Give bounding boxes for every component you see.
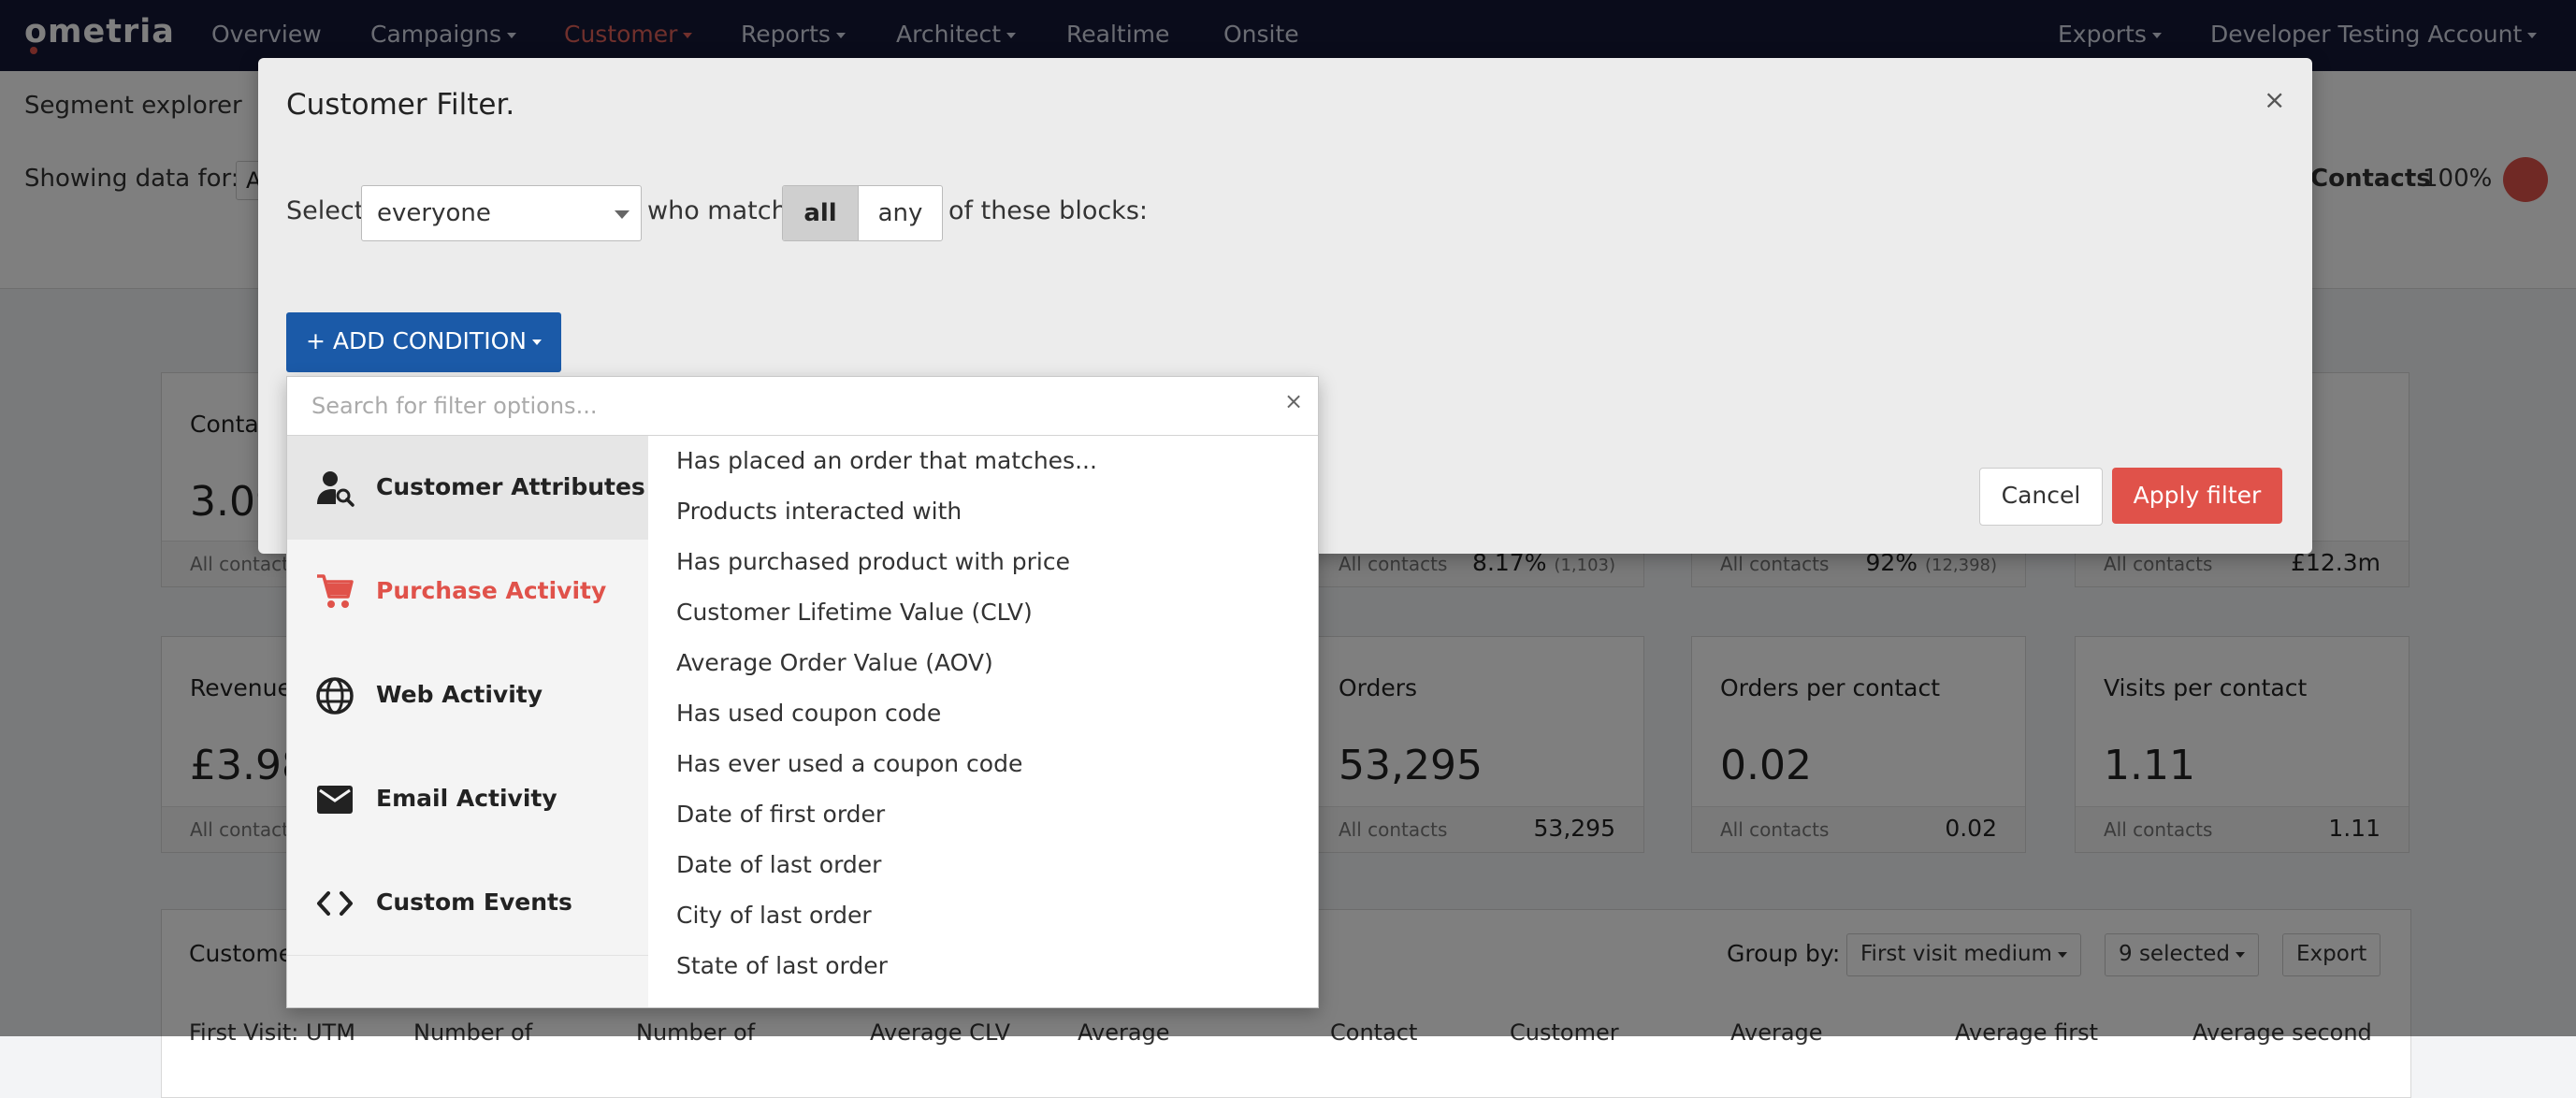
category-custom-events[interactable]: Custom Events — [287, 851, 648, 956]
option-label: State of last order — [676, 952, 888, 979]
clear-search-icon[interactable]: × — [1284, 388, 1303, 414]
option-label: Average Order Value (AOV) — [676, 649, 993, 676]
match-any-button[interactable]: any — [859, 186, 942, 240]
option-item[interactable]: Average Order Value (AOV) — [648, 638, 1318, 688]
option-label: Date of first order — [676, 801, 886, 828]
filter-options-dropdown: × Customer Attributes Purchase Activity — [286, 376, 1319, 1008]
apply-filter-button[interactable]: Apply filter — [2112, 468, 2282, 524]
add-condition-button[interactable]: + ADD CONDITION — [286, 312, 561, 372]
category-list: Customer Attributes Purchase Activity We… — [287, 436, 648, 1007]
category-email-activity[interactable]: Email Activity — [287, 747, 648, 852]
category-label: Web Activity — [376, 681, 543, 708]
select-label: Select — [286, 196, 365, 225]
category-customer-attributes[interactable]: Customer Attributes — [287, 436, 648, 541]
add-condition-label: + ADD CONDITION — [306, 327, 527, 354]
option-label: Date of last order — [676, 851, 882, 878]
caret-down-icon — [531, 340, 542, 345]
filter-search-input[interactable] — [310, 386, 1249, 426]
who-match-label: who match — [647, 196, 788, 225]
category-web-activity[interactable]: Web Activity — [287, 643, 648, 748]
option-item[interactable]: Date of last order — [648, 840, 1318, 890]
cancel-button[interactable]: Cancel — [1979, 468, 2103, 526]
category-purchase-activity[interactable]: Purchase Activity — [287, 540, 648, 644]
code-icon — [317, 891, 353, 916]
audience-select[interactable]: everyone — [361, 185, 642, 241]
category-label: Email Activity — [376, 785, 557, 812]
option-label: Has placed an order that matches... — [676, 447, 1097, 474]
envelope-icon — [317, 786, 353, 814]
option-item[interactable]: Has placed an order that matches... — [648, 436, 1318, 486]
option-label: Products interacted with — [676, 498, 962, 525]
option-item[interactable]: Products interacted with — [648, 486, 1318, 537]
blocks-label: of these blocks: — [948, 196, 1148, 225]
globe-icon — [316, 677, 354, 715]
modal-title: Customer Filter. — [286, 88, 515, 122]
option-label: Has ever used a coupon code — [676, 750, 1023, 777]
match-all-button[interactable]: all — [783, 186, 859, 240]
search-box: × — [287, 377, 1318, 436]
option-item[interactable]: Date of first order — [648, 789, 1318, 840]
category-label: Purchase Activity — [376, 577, 607, 604]
option-list: Has placed an order that matches... Prod… — [648, 436, 1318, 1007]
user-search-icon — [317, 471, 355, 507]
option-label: City of last order — [676, 902, 872, 929]
match-toggle: all any — [782, 185, 943, 241]
option-item[interactable]: Has used coupon code — [648, 688, 1318, 739]
option-item[interactable]: State of last order — [648, 941, 1318, 991]
option-item[interactable]: Has ever used a coupon code — [648, 739, 1318, 789]
option-label: Customer Lifetime Value (CLV) — [676, 599, 1033, 626]
category-label: Customer Attributes — [376, 473, 645, 500]
option-item[interactable]: City of last order — [648, 890, 1318, 941]
option-label: Has used coupon code — [676, 700, 942, 727]
audience-value: everyone — [377, 199, 491, 227]
caret-down-icon — [615, 210, 630, 219]
option-label: Has purchased product with price — [676, 548, 1070, 575]
option-item[interactable]: Customer Lifetime Value (CLV) — [648, 587, 1318, 638]
close-icon[interactable]: × — [2264, 84, 2285, 115]
option-item[interactable]: Has purchased product with price — [648, 537, 1318, 587]
category-label: Custom Events — [376, 889, 572, 916]
shopping-cart-icon — [317, 574, 354, 608]
